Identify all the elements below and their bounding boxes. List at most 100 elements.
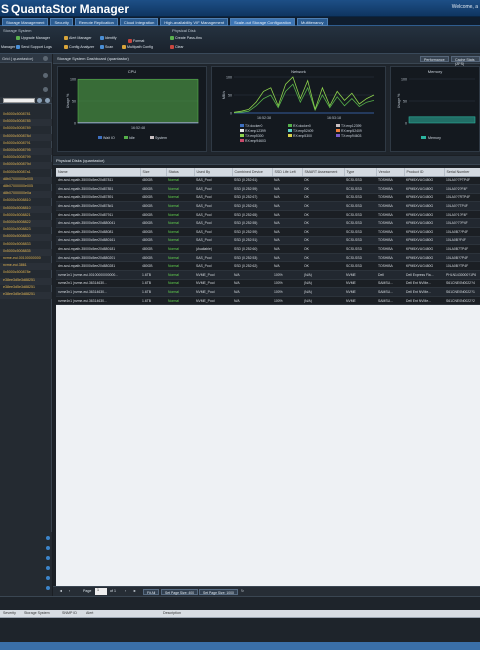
column-header[interactable]: Product ID (404, 168, 445, 177)
sidebar-disk-row[interactable]: 0x5000c5008821 (0, 213, 52, 220)
alerts-col-snmp-id[interactable]: SNMP ID (62, 611, 77, 615)
cache-stats-button[interactable]: Cache Stats (ZFS) (451, 56, 480, 66)
alerts-col-severity[interactable]: Severity (3, 611, 16, 615)
sidebar-disk-row[interactable]: 0x5000c5008791 (0, 141, 52, 148)
set-page-size-400-button[interactable]: Set Page Size: 400 (161, 589, 199, 595)
sidebar-disk-row[interactable]: e38ee3d5e3d88251 (0, 277, 52, 285)
column-header[interactable]: Serial Number (444, 168, 480, 177)
refresh-icon[interactable]: ↻ (241, 589, 244, 593)
page-number-input[interactable]: 1 (95, 588, 107, 595)
sidebar-disk-row[interactable]: 0x5000c500878e (0, 270, 52, 277)
welcome-user-menu[interactable]: Welcome, a (452, 4, 478, 10)
table-row[interactable]: dm-scsi-mpath-35000c5ee20d880201 480GB Nor… (56, 253, 480, 263)
table-row[interactable]: dm-scsi-mpath-35000c5ee20d878d1 480GB Norm… (56, 201, 480, 211)
fit-all-button[interactable]: Fit All (143, 589, 160, 595)
column-header[interactable]: SMART Assessment (302, 168, 345, 177)
expand-icon[interactable] (46, 586, 50, 590)
table-row[interactable]: dm-scsi-mpath-35000c5ee20d88081 480GB Norm… (56, 227, 480, 237)
column-header[interactable]: Used By (194, 168, 233, 177)
column-header[interactable]: Vendor (376, 168, 405, 177)
scan-label: Scan (105, 44, 114, 49)
sidebar-expand-icon[interactable] (43, 87, 48, 92)
table-row[interactable]: dm-scsi-mpath-35000c5ee20d880161 480GB Nor… (56, 236, 480, 246)
tab-ha-vif-management[interactable]: High-availability VIF Management (160, 18, 229, 26)
sidebar-disk-row[interactable]: nvme-eui.3861 (0, 263, 52, 271)
sidebar-disk-row[interactable]: d8b07000000e005 (0, 184, 52, 191)
sidebar-disk-row[interactable]: 0x5000c5008830 (0, 234, 52, 242)
table-row[interactable]: dm-scsi-mpath-35000c5ee20d87891 480GB Norm… (56, 193, 480, 203)
first-page-icon[interactable]: ◄ (59, 589, 63, 593)
identify-button[interactable]: Identify (100, 35, 117, 40)
sidebar-disk-row[interactable]: 0x5000c5008835 (0, 248, 52, 256)
manager-button[interactable]: Manager (1, 44, 15, 49)
table-row[interactable]: dm-scsi-mpath-35000c5ee20d87851 480GB Norm… (56, 184, 480, 194)
column-header[interactable]: Status (166, 168, 195, 177)
alert-manager-button[interactable]: Alert Manager (64, 35, 92, 40)
performance-button[interactable]: Performance (420, 56, 449, 62)
tab-remote-replication[interactable]: Remote Replication (74, 18, 118, 26)
tab-cloud-integration[interactable]: Cloud Integration (119, 18, 159, 26)
column-header[interactable]: Type (344, 168, 377, 177)
config-analyzer-button[interactable]: Config Analyzer (64, 44, 94, 49)
sidebar-disk-row[interactable]: 0x5000c5008799 (0, 155, 52, 162)
table-row[interactable]: dm-scsi-mpath-35000c5ee20d880181 480GB Nor… (56, 244, 480, 254)
sidebar-disk-row[interactable]: 0x5000c5008781 (0, 112, 52, 119)
expand-icon[interactable] (46, 556, 50, 560)
alerts-col-alert[interactable]: Alert (86, 611, 93, 615)
expand-icon[interactable] (46, 536, 50, 540)
scan-button[interactable]: Scan (100, 44, 113, 49)
table-row[interactable]: dm-scsi-mpath-35000c5ee20d87811 480GB Norm… (56, 176, 480, 186)
last-page-icon[interactable]: ► (133, 589, 137, 593)
expand-icon[interactable] (46, 546, 50, 550)
table-row[interactable]: dm-scsi-mpath-35000c5ee20d87911 480GB Norm… (56, 210, 480, 220)
sidebar-disk-row[interactable]: d8b07000000e005 (0, 176, 52, 184)
alerts-col-description[interactable]: Description (163, 611, 181, 615)
column-header[interactable]: Name (56, 168, 141, 177)
expand-icon[interactable] (46, 576, 50, 580)
sidebar-disk-row[interactable]: 0x5000c5008810 (0, 205, 52, 213)
sidebar-disk-row[interactable]: 0x5000c500878d (0, 133, 52, 141)
sidebar-disk-row[interactable]: 0x5000c5008795 (0, 148, 52, 155)
sidebar-disk-row[interactable]: 0x5000c5008822 (0, 220, 52, 227)
multipath-config-button[interactable]: Multipath Config (122, 44, 153, 49)
search-clear-icon[interactable] (45, 98, 50, 103)
tab-scale-out-storage[interactable]: Scale-out Storage Configuration (230, 18, 296, 26)
tab-storage-management[interactable]: Storage Management (2, 18, 49, 26)
table-row[interactable]: nvme3n1 (nvme-eui.36314630... 1.6TB Normal… (56, 287, 480, 297)
table-row[interactable]: nvme2n1 (nvme-eui.36314630... 1.6TB Normal… (56, 279, 480, 289)
sidebar-disk-row[interactable]: e38ee3d5e3d88251 (0, 285, 52, 292)
sidebar-disk-row[interactable]: 0x5000c5008810 (0, 198, 52, 205)
column-header[interactable]: SSD Life Left (272, 168, 303, 177)
format-button[interactable]: Format (128, 38, 144, 43)
tab-multitenancy[interactable]: Multitenancy (297, 18, 328, 26)
column-header[interactable]: Combined Device (232, 168, 273, 177)
set-page-size-1000-button[interactable]: Set Page Size: 1000 (199, 589, 238, 595)
sidebar-search-input[interactable] (3, 98, 35, 103)
table-row[interactable]: nvme1n1 (nvme-eui.00100000000000... 1.6TB… (56, 270, 480, 280)
upgrade-manager-button[interactable]: Upgrade Manager (16, 35, 50, 40)
sidebar-disk-row[interactable]: 0x5000c50087a1 (0, 170, 52, 177)
sidebar-disk-row[interactable]: e38ee3d5e3d88251 (0, 292, 52, 299)
prev-page-icon[interactable]: ‹ (69, 589, 70, 593)
alerts-col-storage-system[interactable]: Storage System (24, 611, 50, 615)
table-row[interactable]: nvme4n1 (nvme-eui.36314630... 1.6TB Normal… (56, 296, 480, 306)
clear-button[interactable]: Clear (170, 44, 184, 49)
sidebar-disk-row[interactable]: 0x5000c5008833 (0, 242, 52, 249)
sidebar-disk-row[interactable]: 0x5000c5008823 (0, 227, 52, 234)
sidebar-disk-row[interactable]: 0x5000c5008789 (0, 126, 52, 133)
sidebar-disk-row[interactable]: d8b07000000e0a (0, 191, 52, 199)
sidebar-disk-row[interactable]: 0x5000c500879d (0, 162, 52, 170)
expand-icon[interactable] (46, 566, 50, 570)
column-header[interactable]: Size (140, 168, 167, 177)
create-pass-thru-button[interactable]: Create Pass-thru (170, 35, 202, 40)
table-row[interactable]: dm-scsi-mpath-35000c5ee20d880041 480GB Nor… (56, 218, 480, 229)
sidebar-collapse-icon[interactable] (43, 56, 48, 61)
search-icon[interactable] (37, 98, 42, 103)
sidebar-disk-row[interactable]: nvme-eui.00100000000 (0, 256, 52, 263)
tab-security[interactable]: Security (50, 18, 73, 26)
table-row[interactable]: dm-scsi-mpath-35000c5ee20d880281 480GB Nor… (56, 261, 480, 272)
next-page-icon[interactable]: › (125, 589, 126, 593)
send-support-logs-button[interactable]: Send Support Logs (16, 44, 52, 49)
sidebar-expand-icon[interactable] (43, 73, 48, 78)
sidebar-disk-row[interactable]: 0x5000c5008785 (0, 119, 52, 127)
